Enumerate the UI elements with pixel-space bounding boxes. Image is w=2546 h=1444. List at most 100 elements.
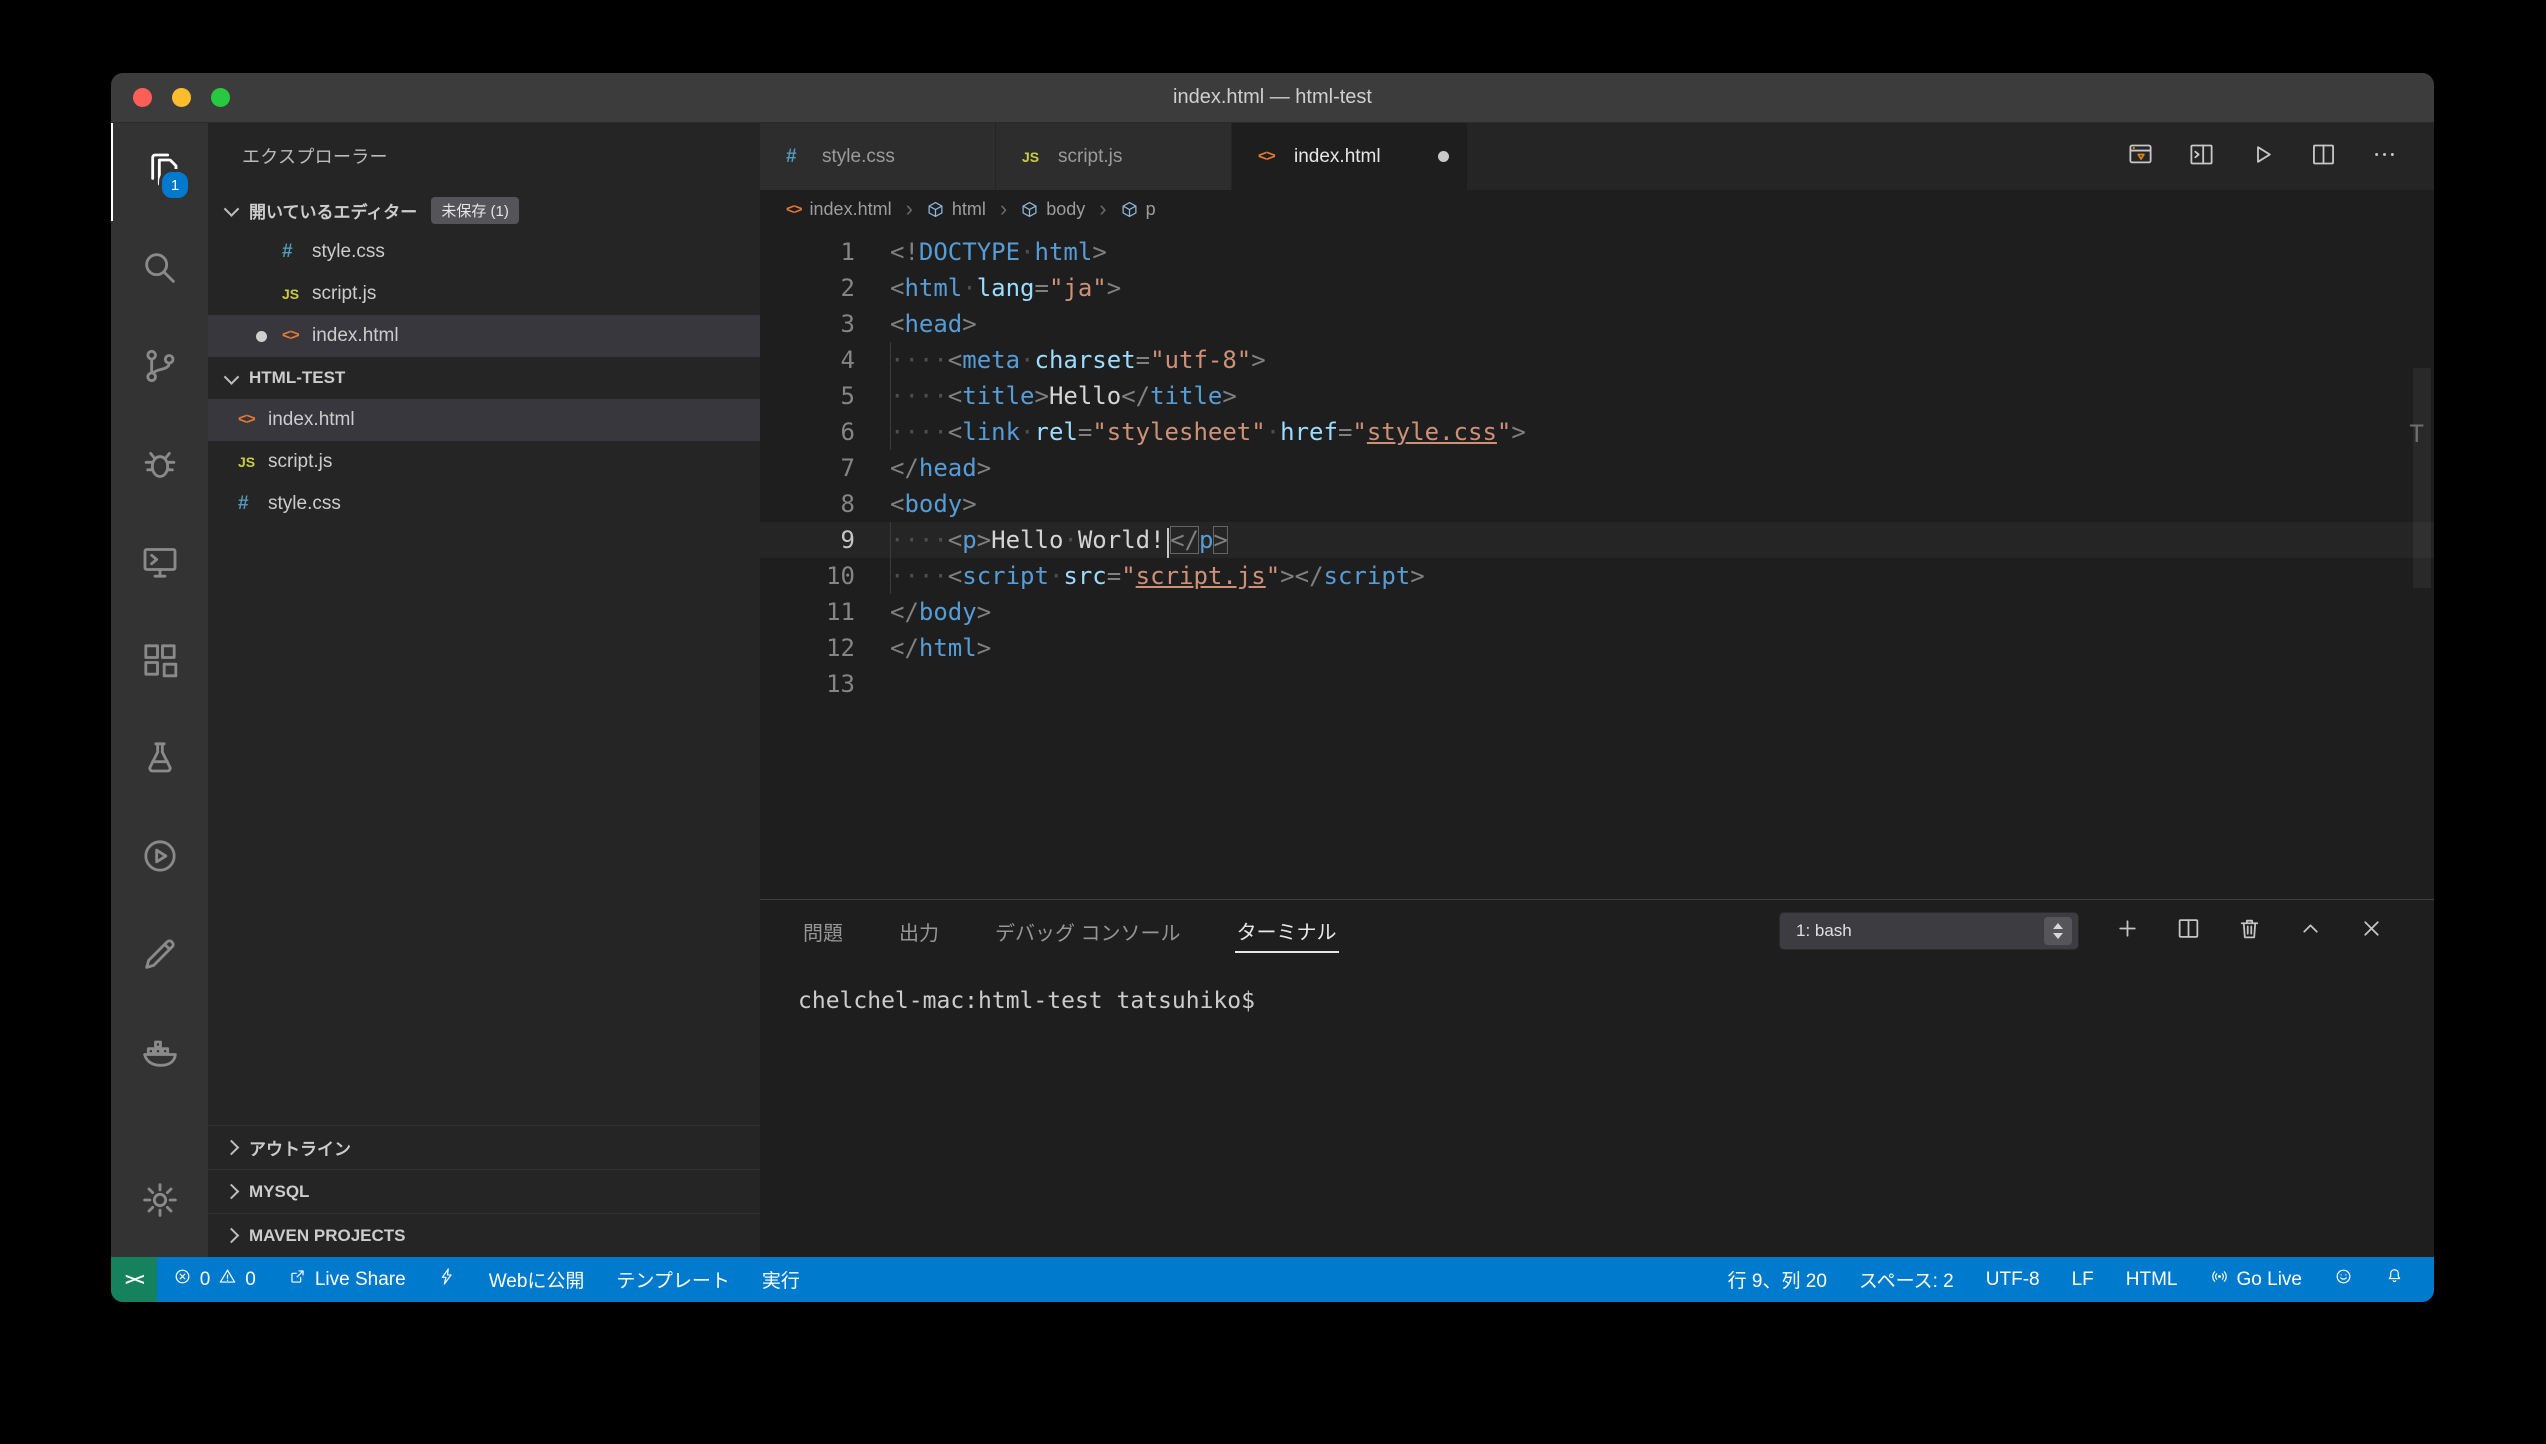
code-token: title [962,382,1034,410]
eol-status[interactable]: LF [2056,1257,2110,1302]
symbol-cube-icon [1021,201,1038,218]
code-line: 3<head> [760,306,2434,342]
code-line: 1<!DOCTYPE·html> [760,234,2434,270]
code-token: > [1410,562,1424,590]
breadcrumb-p[interactable]: p [1121,199,1156,220]
split-terminal-icon[interactable] [2176,916,2201,946]
code-token: ···· [890,382,948,410]
indentation-label: スペース: 2 [1859,1266,1954,1293]
open-in-browser-icon[interactable] [2127,141,2154,173]
bolt-status[interactable] [422,1257,473,1302]
panel-tab-output[interactable]: 出力 [897,911,941,952]
explorer-activity-button[interactable]: 1 [111,123,208,221]
code-token: meta [962,346,1020,374]
new-terminal-icon[interactable] [2115,916,2140,946]
code-token: World! [1078,526,1165,554]
code-token: > [977,454,991,482]
tab-style-css[interactable]: # style.css [760,123,996,190]
modified-dot [256,331,267,342]
indentation-status[interactable]: スペース: 2 [1843,1257,1970,1302]
minimap[interactable]: T [2400,228,2434,899]
tree-item-index-html[interactable]: <> index.html [208,399,760,441]
file-label: index.html [312,325,399,347]
code-token: </ [890,598,919,626]
code-token: < [890,310,904,338]
run-circle-activity-button[interactable] [111,809,208,907]
file-label: style.css [268,493,341,515]
code-token: </ [890,634,919,662]
code-editor[interactable]: 1<!DOCTYPE·html>2<html·lang="ja">3<head>… [760,228,2434,899]
open-preview-side-icon[interactable] [2188,141,2215,173]
source-control-activity-button[interactable] [111,319,208,417]
extensions-activity-button[interactable] [111,613,208,711]
open-editor-script-js[interactable]: JS script.js [208,273,760,315]
outline-section-header[interactable]: アウトライン [208,1125,760,1169]
settings-activity-button[interactable] [111,1157,208,1247]
open-editor-style-css[interactable]: # style.css [208,231,760,273]
docker-activity-button[interactable] [111,1005,208,1103]
cursor-position-status[interactable]: 行 9、列 20 [1712,1257,1843,1302]
code-token: < [948,562,962,590]
shell-select-value: 1: bash [1796,921,1852,941]
test-activity-button[interactable] [111,711,208,809]
panel-tab-problems[interactable]: 問題 [801,911,845,952]
code-token: </ [1295,562,1324,590]
search-activity-button[interactable] [111,221,208,319]
feedback-status[interactable] [2318,1257,2369,1302]
maximize-panel-icon[interactable] [2298,916,2323,946]
line-number: 10 [760,558,890,594]
tree-item-script-js[interactable]: JS script.js [208,441,760,483]
project-folder-header[interactable]: HTML-TEST [208,357,760,399]
encoding-label: UTF-8 [1986,1269,2040,1291]
problems-status[interactable]: 0 0 [157,1257,272,1302]
pen-activity-button[interactable] [111,907,208,1005]
terminal[interactable]: chelchel-mac:html-test tatsuhiko$ [760,962,2434,1257]
panel-tab-terminal[interactable]: ターミナル [1235,910,1339,953]
code-token: = [1035,274,1049,302]
code-token: · [1020,238,1034,266]
breadcrumb-body[interactable]: body [1021,199,1085,220]
language-mode-status[interactable]: HTML [2110,1257,2194,1302]
open-editor-index-html[interactable]: <> index.html [208,315,760,357]
go-live-label: Go Live [2237,1269,2302,1291]
panel-tab-debug-console[interactable]: デバッグ コンソール [993,911,1183,952]
tab-index-html[interactable]: <> index.html [1232,123,1468,190]
run-icon[interactable] [2249,141,2276,173]
publish-web-status[interactable]: Webに公開 [473,1257,601,1302]
code-token: Hello [991,526,1063,554]
debug-activity-button[interactable] [111,417,208,515]
more-actions-icon[interactable] [2371,141,2398,173]
breadcrumb-html[interactable]: html [927,199,986,220]
close-panel-icon[interactable] [2359,916,2384,946]
go-live-status[interactable]: Go Live [2194,1257,2318,1302]
breadcrumb: <> index.html › html › body › [760,190,2434,228]
maven-projects-section-header[interactable]: MAVEN PROJECTS [208,1213,760,1257]
terminal-shell-select[interactable]: 1: bash [1779,912,2079,950]
kill-terminal-trash-icon[interactable] [2237,916,2262,946]
explorer-badge: 1 [159,169,191,201]
encoding-status[interactable]: UTF-8 [1970,1257,2056,1302]
run-status[interactable]: 実行 [746,1257,816,1302]
scrollbar-thumb[interactable] [2413,368,2431,588]
open-editors-header[interactable]: 開いているエディター 未保存 (1) [208,189,760,231]
code-line: 7</head> [760,450,2434,486]
remote-explorer-activity-button[interactable] [111,515,208,613]
split-editor-icon[interactable] [2310,141,2337,173]
tab-script-js[interactable]: JS script.js [996,123,1232,190]
template-status[interactable]: テンプレート [600,1257,745,1302]
code-token: · [1049,562,1063,590]
mysql-section-header[interactable]: MYSQL [208,1169,760,1213]
live-share-status[interactable]: Live Share [272,1257,422,1302]
breadcrumb-file[interactable]: <> index.html [786,199,892,220]
code-token: script.js [1136,562,1266,590]
code-token: </ [1170,526,1199,554]
panel: 問題 出力 デバッグ コンソール ターミナル 1: bash [760,899,2434,1257]
notifications-status[interactable] [2369,1257,2420,1302]
tree-item-style-css[interactable]: # style.css [208,483,760,525]
code-token: body [919,598,977,626]
remote-indicator[interactable]: >< [111,1257,157,1302]
code-token: p [1199,526,1213,554]
tab-label: script.js [1058,146,1122,168]
code-token: src [1063,562,1106,590]
code-token: href [1280,418,1338,446]
